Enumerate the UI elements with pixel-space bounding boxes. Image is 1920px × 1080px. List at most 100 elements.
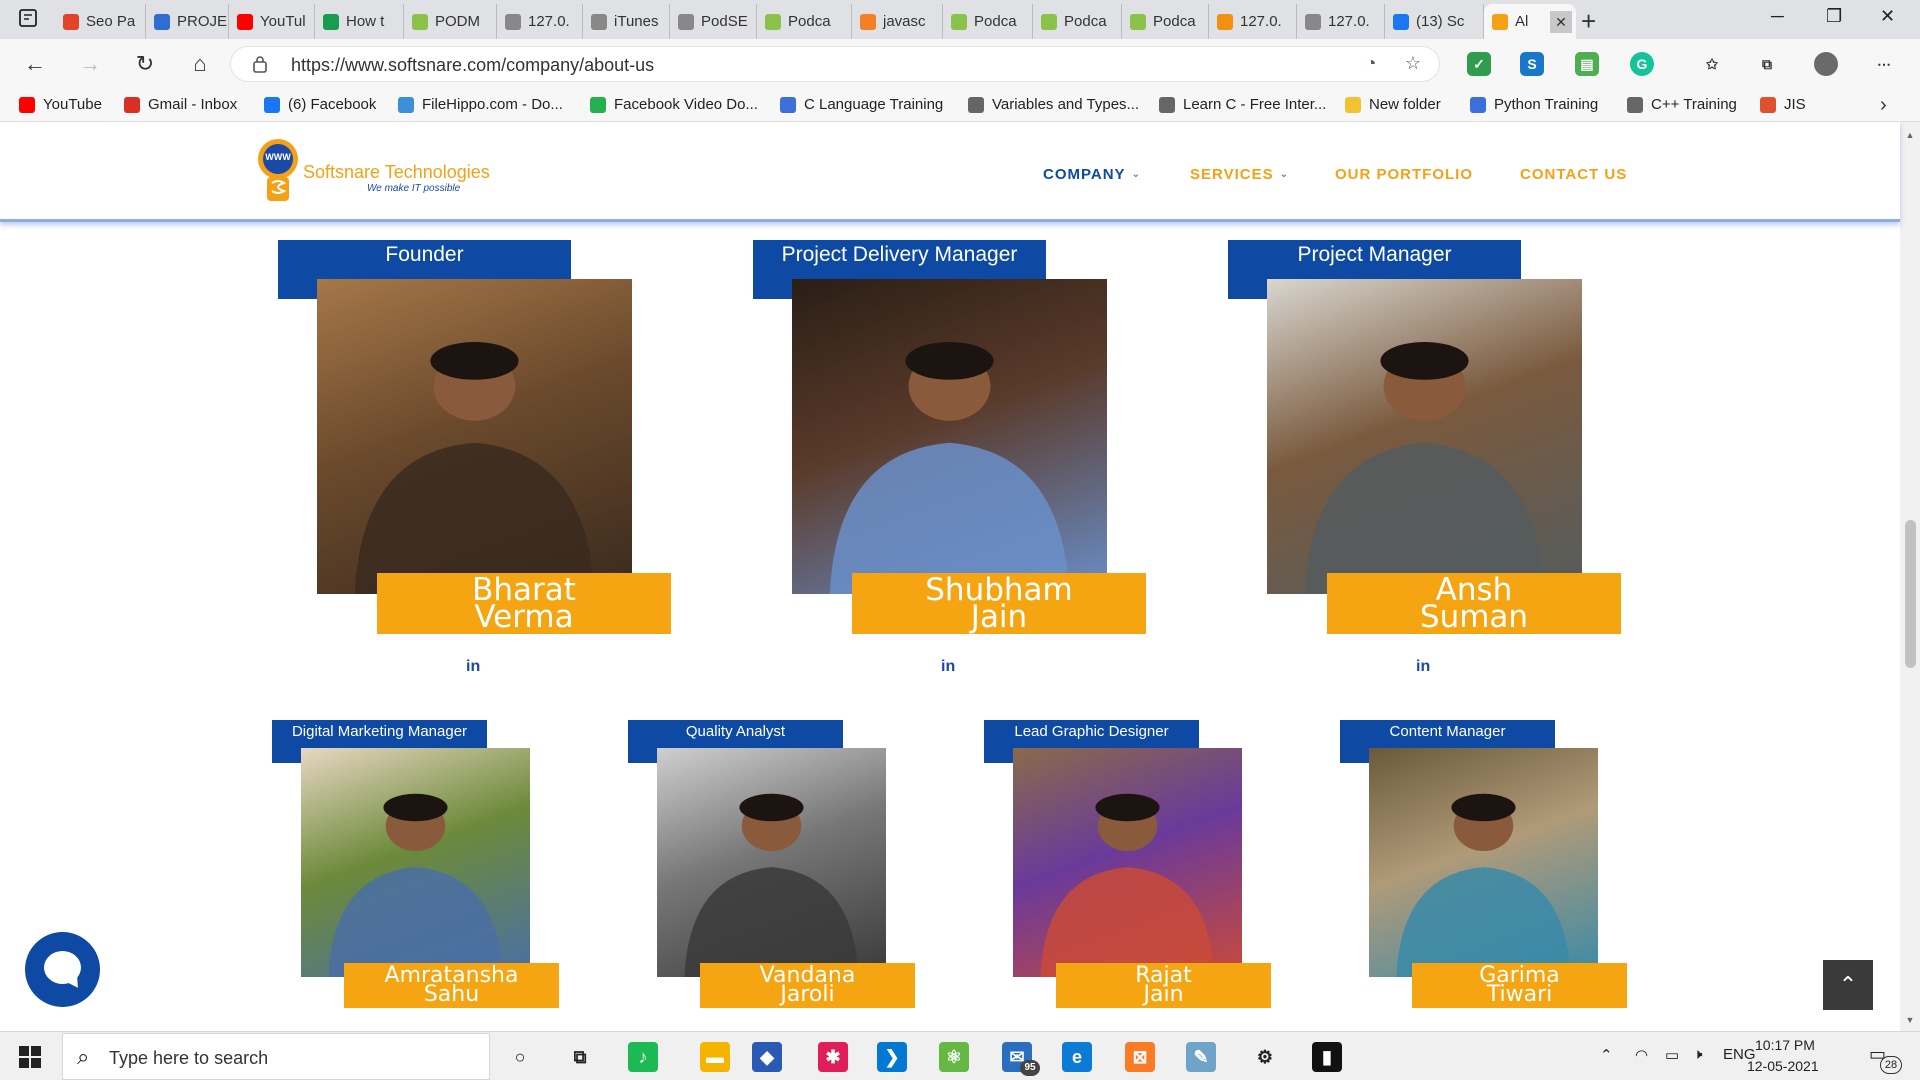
profile-avatar[interactable] [1814,52,1838,76]
browser-tab[interactable]: YouTul [229,4,315,39]
extension-green-icon[interactable]: ▤ [1575,52,1599,76]
back-button[interactable]: ← [20,49,50,79]
restore-button[interactable]: ❐ [1826,6,1842,27]
youtube-icon [19,96,35,113]
adblock-shield-icon[interactable]: ✓ [1467,52,1491,76]
notification-count[interactable]: 28 [1880,1056,1902,1074]
person-silhouette-icon [684,793,859,977]
skype-icon[interactable]: S [1520,52,1544,76]
xampp-icon[interactable]: ⊠ [1125,1042,1155,1072]
volume-icon[interactable]: 🕨 [1693,1046,1702,1063]
bookmark-item[interactable]: New folder [1345,96,1441,113]
bookmark-item[interactable]: YouTube [19,96,102,113]
browser-tab[interactable]: How t [315,4,404,39]
browser-tab[interactable]: (13) Sc [1385,4,1484,39]
nav-our-portfolio[interactable]: OUR PORTFOLIO [1335,166,1473,183]
mail-icon[interactable]: ✉ 95 [1002,1042,1040,1076]
bookmark-item[interactable]: (6) Facebook [264,96,376,113]
chevron-up-icon[interactable]: ⌃ [1600,1046,1613,1064]
member-last-name: Tiwari [1486,982,1553,1007]
forward-button[interactable]: → [75,49,105,79]
notepad-icon[interactable]: ✎ [1186,1042,1216,1072]
browser-tab[interactable]: Al ✕ [1484,4,1576,39]
bookmark-label: Facebook Video Do... [614,96,758,113]
slack-icon[interactable]: ✱ [818,1042,848,1072]
browser-tab[interactable]: javasc [852,4,943,39]
minimize-button[interactable]: ─ [1771,6,1784,27]
page-scrollbar[interactable]: ▲ ▼ [1900,122,1920,1031]
close-window-button[interactable]: ✕ [1880,6,1895,27]
scroll-up-arrow[interactable]: ▲ [1900,130,1920,140]
favorite-star-icon[interactable]: ☆ [1401,53,1425,77]
browser-tab[interactable]: Seo Pa [55,4,146,39]
terminal-icon[interactable]: ▮ [1312,1042,1342,1072]
bookmark-item[interactable]: C Language Training [780,96,943,113]
browser-tab[interactable]: PODM [404,4,497,39]
grammarly-icon[interactable]: G [1630,52,1654,76]
spotify-icon[interactable]: ♪ [628,1042,658,1072]
taskbar-search-field[interactable]: ⌕ Type here to search [62,1033,490,1080]
url-field[interactable]: https://www.softsnare.com/company/about-… [230,46,1440,82]
bookmark-item[interactable]: Facebook Video Do... [590,96,758,113]
new-tab-button[interactable]: + [1581,6,1596,37]
browser-tab[interactable]: Podca [1033,4,1122,39]
bookmark-item[interactable]: Python Training [1470,96,1598,113]
favorites-icon[interactable]: ✩ [1700,52,1724,76]
bookmark-label: FileHippo.com - Do... [422,96,563,113]
virtualbox-icon[interactable]: ◆ [752,1042,782,1072]
browser-tab[interactable]: 127.0. [497,4,583,39]
bookmark-item[interactable]: Variables and Types... [968,96,1139,113]
bookmark-item[interactable]: Gmail - Inbox [124,96,237,113]
clock-date[interactable]: 12-05-2021 [1747,1058,1819,1074]
nav-contact-us[interactable]: CONTACT US [1520,166,1627,183]
bookmark-item[interactable]: Learn C - Free Inter... [1159,96,1326,113]
clock-time[interactable]: 10:17 PM [1755,1037,1815,1053]
browser-tab[interactable]: 127.0. [1297,4,1385,39]
task-view-icon[interactable]: ○ [505,1042,535,1072]
person-silhouette-icon [1396,793,1571,977]
lock-icon[interactable] [253,55,267,73]
back-to-top-button[interactable]: ⌃ [1823,960,1873,1010]
browser-tab[interactable]: Podca [1122,4,1209,39]
nav-services[interactable]: SERVICES ⌄ [1190,166,1289,183]
scroll-thumb[interactable] [1905,520,1916,668]
browser-tab[interactable]: iTunes [583,4,670,39]
tab-title: Al [1515,13,1529,30]
multitask-icon[interactable]: ⧉ [565,1042,595,1072]
bookmark-item[interactable]: FileHippo.com - Do... [398,96,563,113]
bookmark-item[interactable]: C++ Training [1627,96,1737,113]
tab-actions-icon[interactable] [18,8,40,30]
browser-tab[interactable]: PodSE [670,4,757,39]
person-silhouette-icon [1040,793,1215,977]
bookmark-item[interactable]: JIS [1760,96,1806,113]
collections-icon[interactable]: ⧉ [1755,52,1779,76]
tracking-prevention-icon[interactable]: ◔ [1359,53,1383,77]
more-menu-icon[interactable]: ⋯ [1872,52,1896,76]
vscode-icon[interactable]: ❯ [877,1042,907,1072]
browser-tab[interactable]: Podca [943,4,1033,39]
atom-icon[interactable]: ⚛ [939,1042,969,1072]
url-text[interactable]: https://www.softsnare.com/company/about-… [291,55,654,76]
search-placeholder[interactable]: Type here to search [109,1048,268,1069]
browser-tab[interactable]: PROJE [146,4,229,39]
settings-icon[interactable]: ⚙ [1250,1042,1280,1072]
battery-icon[interactable]: ▭ [1665,1046,1679,1064]
nav-company[interactable]: COMPANY ⌄ [1043,166,1141,183]
browser-tab[interactable]: Podca [757,4,852,39]
softsnare-logo-icon[interactable]: WWW [253,137,303,205]
edge-icon[interactable]: e [1062,1042,1092,1072]
logo-text[interactable]: Softsnare Technologies [303,162,490,183]
podcast-icon [412,13,428,30]
chat-widget-button[interactable] [25,932,100,1007]
windows-start-icon[interactable] [18,1045,42,1069]
team-member-card: Lead Graphic Designer Rajat Jain [984,122,1284,1022]
close-icon[interactable]: ✕ [1550,10,1572,33]
scroll-down-arrow[interactable]: ▼ [1900,1015,1920,1025]
refresh-button[interactable]: ↻ [130,49,160,79]
file-explorer-icon[interactable]: ▬ [700,1042,730,1072]
browser-tab[interactable]: 127.0. [1209,4,1297,39]
chevron-right-icon[interactable]: › [1880,94,1887,117]
home-button[interactable]: ⌂ [185,49,215,79]
wifi-icon[interactable]: ◠ [1635,1046,1648,1064]
linkedin-icon[interactable]: in [941,658,955,676]
